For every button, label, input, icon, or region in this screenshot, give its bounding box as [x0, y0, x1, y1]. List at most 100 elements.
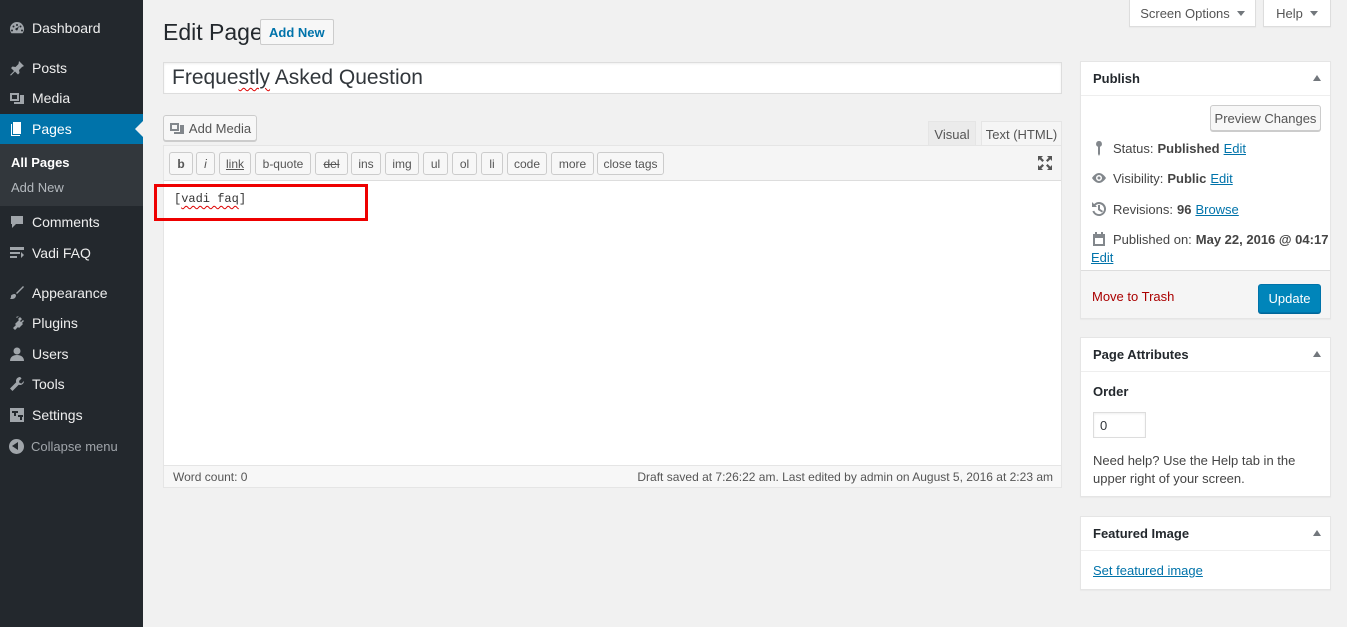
publish-actions: Move to Trash Update [1081, 270, 1330, 318]
menu-label: Tools [32, 376, 65, 392]
page-attributes-header[interactable]: Page Attributes [1081, 338, 1330, 372]
revisions-row: Revisions: 96 Browse [1091, 201, 1239, 217]
menu-plugins[interactable]: Plugins [0, 308, 143, 338]
history-icon [1092, 201, 1107, 216]
add-media-button[interactable]: Add Media [163, 115, 257, 141]
pin-icon [9, 60, 25, 76]
menu-label: Media [32, 90, 71, 106]
pages-submenu: All Pages Add New [0, 144, 143, 206]
menu-dashboard[interactable]: Dashboard [0, 13, 143, 43]
publish-box: Publish Preview Changes Status: Publishe… [1080, 61, 1331, 319]
pin-icon [1096, 141, 1102, 156]
order-input[interactable]: 0 [1093, 412, 1146, 438]
order-label: Order [1093, 384, 1129, 399]
page-attributes-title: Page Attributes [1093, 347, 1189, 362]
published-label: Published on: [1113, 231, 1192, 247]
collapse-menu[interactable]: Collapse menu [0, 434, 143, 458]
help-button[interactable]: Help [1263, 0, 1331, 27]
menu-media[interactable]: Media [0, 83, 143, 113]
update-button[interactable]: Update [1258, 284, 1321, 313]
qt-ol-button[interactable]: ol [452, 152, 477, 175]
help-text: Need help? Use the Help tab in the upper… [1093, 453, 1296, 486]
menu-vadi-faq[interactable]: Vadi FAQ [0, 238, 143, 268]
preview-changes-button[interactable]: Preview Changes [1210, 105, 1321, 131]
menu-label: Settings [32, 407, 83, 423]
visibility-label: Visibility: [1113, 170, 1164, 186]
qt-more-button[interactable]: more [551, 152, 594, 175]
submenu-add-new[interactable]: Add New [11, 180, 64, 195]
browse-revisions-link[interactable]: Browse [1195, 202, 1238, 217]
status-value: Published [1157, 140, 1220, 156]
qt-code-button[interactable]: code [507, 152, 547, 175]
screen-options-button[interactable]: Screen Options [1129, 0, 1256, 27]
menu-pages[interactable]: Pages [0, 114, 143, 144]
pages-icon [9, 121, 25, 137]
qt-bquote-button[interactable]: b-quote [255, 152, 311, 175]
screen-options-label: Screen Options [1140, 5, 1230, 21]
collapse-toggle-icon[interactable] [1313, 351, 1321, 357]
add-new-button[interactable]: Add New [260, 19, 334, 45]
qt-del-button[interactable]: del [315, 152, 348, 175]
menu-posts[interactable]: Posts [0, 53, 143, 83]
tab-text-html[interactable]: Text (HTML) [981, 121, 1062, 146]
media-icon [9, 90, 25, 106]
collapse-icon [9, 438, 24, 454]
add-media-label: Add Media [188, 120, 252, 136]
qt-ul-button[interactable]: ul [423, 152, 448, 175]
edit-visibility-link[interactable]: Edit [1210, 171, 1232, 186]
menu-tools[interactable]: Tools [0, 369, 143, 399]
publish-title: Publish [1093, 71, 1140, 86]
menu-appearance[interactable]: Appearance [0, 278, 143, 308]
quicktags-toolbar: b i link b-quote del ins img ul ol li co… [164, 146, 1061, 181]
word-count: Word count: 0 [173, 470, 248, 484]
qt-italic-button[interactable]: i [196, 152, 215, 175]
visibility-row: Visibility: Public Edit [1091, 170, 1233, 186]
calendar-icon [1093, 232, 1105, 246]
post-title-input[interactable]: Frequestly Asked Question [163, 62, 1062, 94]
featured-image-header[interactable]: Featured Image [1081, 517, 1330, 551]
move-to-trash-link[interactable]: Move to Trash [1092, 289, 1174, 304]
edit-published-date-link[interactable]: Edit [1091, 250, 1113, 265]
submenu-all-pages[interactable]: All Pages [11, 155, 70, 170]
qt-close-tags-button[interactable]: close tags [597, 152, 664, 175]
publish-box-header[interactable]: Publish [1081, 62, 1330, 96]
visibility-value: Public [1167, 170, 1207, 186]
fullscreen-icon[interactable] [1037, 155, 1053, 171]
qt-ins-button[interactable]: ins [351, 152, 381, 175]
featured-image-box: Featured Image Set featured image [1080, 516, 1331, 590]
qt-link-button[interactable]: link [219, 152, 251, 175]
comment-icon [9, 214, 25, 230]
qt-li-button[interactable]: li [481, 152, 503, 175]
title-misspelled-part: stly [238, 66, 271, 89]
menu-label: Plugins [32, 315, 78, 331]
set-featured-image-link[interactable]: Set featured image [1093, 563, 1203, 578]
featured-image-title: Featured Image [1093, 526, 1190, 541]
menu-users[interactable]: Users [0, 339, 143, 369]
collapse-toggle-icon[interactable] [1313, 75, 1321, 81]
chevron-down-icon [1236, 10, 1245, 16]
wrench-icon [9, 376, 25, 392]
page-title: Edit Page [163, 19, 263, 45]
published-value: May 22, 2016 @ 04:17 [1195, 231, 1329, 247]
title-text-part: Asked Question [270, 66, 423, 89]
edit-status-link[interactable]: Edit [1224, 141, 1246, 156]
revisions-value: 96 [1176, 201, 1192, 217]
brush-icon [9, 285, 25, 301]
menu-comments[interactable]: Comments [0, 207, 143, 237]
menu-settings[interactable]: Settings [0, 400, 143, 430]
collapse-toggle-icon[interactable] [1313, 530, 1321, 536]
current-menu-arrow [135, 121, 143, 137]
help-label: Help [1276, 5, 1303, 21]
menu-label: Dashboard [32, 20, 101, 36]
user-icon [9, 346, 25, 362]
menu-label: Vadi FAQ [32, 245, 91, 261]
menu-label: Appearance [32, 285, 108, 301]
highlight-annotation [154, 184, 368, 221]
qt-img-button[interactable]: img [385, 152, 419, 175]
faq-icon [9, 245, 25, 261]
tab-visual[interactable]: Visual [928, 121, 976, 146]
media-icon [169, 123, 184, 134]
menu-label: Posts [32, 60, 68, 76]
qt-bold-button[interactable]: b [169, 152, 193, 175]
collapse-label: Collapse menu [31, 438, 118, 454]
